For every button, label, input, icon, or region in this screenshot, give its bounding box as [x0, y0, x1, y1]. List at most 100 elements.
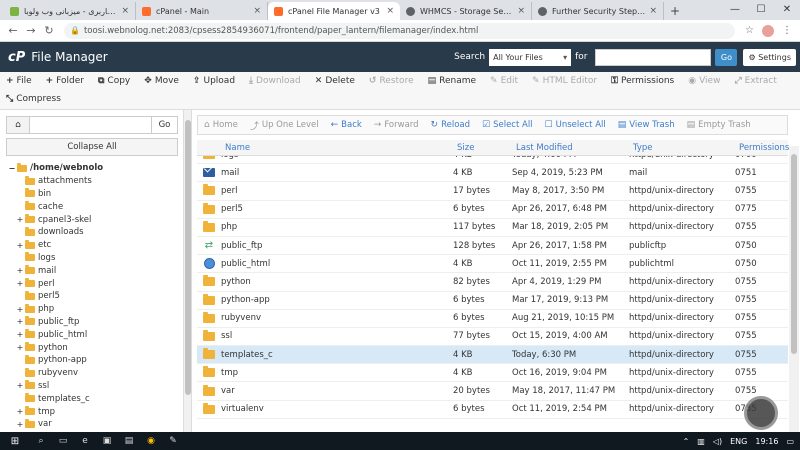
column-header-type[interactable]: Type: [629, 143, 735, 153]
tree-node[interactable]: + var: [8, 418, 178, 431]
path-go-button[interactable]: Go: [152, 116, 178, 134]
expand-icon[interactable]: +: [16, 266, 24, 275]
expand-icon[interactable]: +: [16, 407, 24, 416]
up-one-level-button[interactable]: ⤴ Up One Level: [250, 119, 319, 132]
table-row[interactable]: perl5 6 bytes Apr 26, 2017, 6:48 PM httpd/u…: [197, 201, 788, 219]
back-button[interactable]: ← Back: [331, 120, 362, 130]
tree-node[interactable]: + php: [8, 303, 178, 316]
tree-node[interactable]: perl5: [8, 290, 178, 303]
tray-chevron-icon[interactable]: ⌃: [683, 437, 690, 446]
search-go-button[interactable]: Go: [715, 48, 738, 66]
column-header-name[interactable]: Name: [221, 143, 453, 153]
tree-node[interactable]: + ssl: [8, 380, 178, 393]
search-icon[interactable]: ⌕: [30, 436, 52, 446]
tab-close-icon[interactable]: ×: [253, 6, 261, 16]
tree-node[interactable]: + public_ftp: [8, 316, 178, 329]
tree-node[interactable]: + cpanel3-skel: [8, 213, 178, 226]
search-input[interactable]: [595, 48, 712, 66]
browser-tab[interactable]: cPanel File Manager v3 ×: [268, 2, 400, 20]
file-list-scrollbar-thumb[interactable]: [791, 154, 797, 354]
tree-node[interactable]: + mail: [8, 264, 178, 277]
download-button[interactable]: ⤓ Download: [249, 76, 301, 86]
move-button[interactable]: ✥ Move: [144, 76, 179, 86]
delete-button[interactable]: ✕ Delete: [315, 76, 355, 86]
forward-button[interactable]: → Forward: [374, 120, 419, 130]
cpanel-logo[interactable]: cP: [8, 50, 25, 65]
table-row[interactable]: ⇄ public_ftp 128 bytes Apr 26, 2017, 1:58 P…: [197, 237, 788, 256]
tree-node[interactable]: + public_html: [8, 328, 178, 341]
tree-node[interactable]: cache: [8, 200, 178, 213]
tab-close-icon[interactable]: ×: [121, 6, 129, 16]
extract-button[interactable]: ⤢ Extract: [734, 76, 776, 86]
star-icon[interactable]: ☆: [745, 25, 754, 36]
tree-node[interactable]: downloads: [8, 226, 178, 239]
table-row[interactable]: templates_c 4 KB Today, 6:30 PM httpd/unix-…: [197, 346, 788, 365]
edit-button[interactable]: ✎ Edit: [490, 76, 518, 86]
expand-icon[interactable]: +: [16, 279, 24, 288]
table-row[interactable]: virtualenv 6 bytes Oct 11, 2019, 2:54 PM ht…: [197, 401, 788, 419]
tree-node[interactable]: python-app: [8, 354, 178, 367]
table-row[interactable]: php 117 bytes Mar 18, 2019, 2:05 PM httpd/u…: [197, 219, 788, 237]
html-editor-button[interactable]: ✎ HTML Editor: [532, 76, 597, 86]
tree-scrollbar-thumb[interactable]: [185, 120, 191, 395]
back-arrow-icon[interactable]: ←: [4, 24, 22, 37]
table-row[interactable]: logs4 KBToday, 4:00 PMhttpd/unix-directo…: [197, 156, 788, 165]
notification-icon[interactable]: ▭: [786, 437, 794, 446]
browser-tab[interactable]: WHMCS - Storage Settings ×: [400, 2, 532, 20]
table-row[interactable]: public_html 4 KB Oct 11, 2019, 2:55 PM publ…: [197, 255, 788, 274]
expand-icon[interactable]: +: [16, 241, 24, 250]
volume-icon[interactable]: ◁): [713, 437, 722, 446]
maximize-icon[interactable]: ☐: [748, 0, 774, 20]
tree-node[interactable]: + perl: [8, 277, 178, 290]
reload-icon[interactable]: ↻: [40, 24, 58, 37]
table-row[interactable]: rubyvenv 6 bytes Aug 21, 2019, 10:15 PM htt…: [197, 310, 788, 328]
expand-icon[interactable]: +: [16, 381, 24, 390]
collapse-icon[interactable]: −: [8, 164, 16, 173]
url-field[interactable]: 🔒 toosi.webnolog.net:2083/cpsess28549360…: [64, 22, 736, 39]
clock[interactable]: 19:16: [755, 437, 778, 446]
tree-node[interactable]: + python: [8, 341, 178, 354]
table-row[interactable]: var 20 bytes May 18, 2017, 11:47 PM httpd/u…: [197, 382, 788, 401]
file-list-scrollbar[interactable]: [789, 146, 799, 432]
tab-close-icon[interactable]: ×: [517, 6, 525, 16]
new-tab-icon[interactable]: +: [670, 4, 680, 18]
expand-icon[interactable]: +: [16, 215, 24, 224]
folder-button[interactable]: + Folder: [46, 76, 84, 86]
explorer-icon[interactable]: ▣: [96, 436, 118, 446]
chrome-icon[interactable]: ◉: [140, 436, 162, 446]
close-window-icon[interactable]: ✕: [774, 0, 800, 20]
table-row[interactable]: python 82 bytes Apr 4, 2019, 1:29 PM httpd/…: [197, 273, 788, 292]
store-icon[interactable]: ▤: [118, 436, 140, 446]
expand-icon[interactable]: +: [16, 330, 24, 339]
reload-button[interactable]: ↻ Reload: [431, 120, 470, 130]
unselect-all-button[interactable]: ☐ Unselect All: [545, 120, 606, 130]
tree-node[interactable]: bin: [8, 188, 178, 201]
collapse-all-button[interactable]: Collapse All: [6, 138, 178, 156]
home-icon[interactable]: ⌂: [6, 116, 30, 134]
upload-button[interactable]: ⇪ Upload: [193, 76, 235, 86]
menu-kebab-icon[interactable]: ⋮: [782, 25, 792, 36]
search-scope-select[interactable]: All Your Files: [489, 48, 572, 66]
tree-node[interactable]: − /home/webnolo: [8, 162, 178, 175]
file-button[interactable]: + File: [6, 76, 32, 86]
tree-node[interactable]: + tmp: [8, 405, 178, 418]
select-all-button[interactable]: ☑ Select All: [482, 120, 533, 130]
tool-icon[interactable]: ✎: [162, 436, 184, 446]
tree-scrollbar[interactable]: [184, 110, 192, 432]
permissions-button[interactable]: ⚿ Permissions: [611, 76, 674, 86]
profile-avatar[interactable]: [762, 24, 774, 37]
table-row[interactable]: ssl 77 bytes Oct 15, 2019, 4:00 AM httpd/un…: [197, 328, 788, 347]
windows-start-icon[interactable]: ⊞: [0, 436, 30, 447]
table-row[interactable]: python-app 6 bytes Mar 17, 2019, 9:13 PM ht…: [197, 292, 788, 310]
view-trash-button[interactable]: ▤ View Trash: [618, 120, 675, 130]
expand-icon[interactable]: +: [16, 343, 24, 352]
column-header-size[interactable]: Size: [453, 143, 512, 153]
language-indicator[interactable]: ENG: [730, 437, 747, 446]
copy-button[interactable]: ⧉ Copy: [98, 76, 130, 86]
browser-tab[interactable]: ناحیه کاربری - میزبانی وب ولوبا ×: [4, 2, 136, 20]
edge-icon[interactable]: e: [74, 436, 96, 446]
tree-node[interactable]: attachments: [8, 175, 178, 188]
expand-icon[interactable]: +: [16, 305, 24, 314]
path-input[interactable]: [30, 116, 152, 134]
table-row[interactable]: mail 4 KB Sep 4, 2019, 5:23 PM mail 0751: [197, 164, 788, 183]
